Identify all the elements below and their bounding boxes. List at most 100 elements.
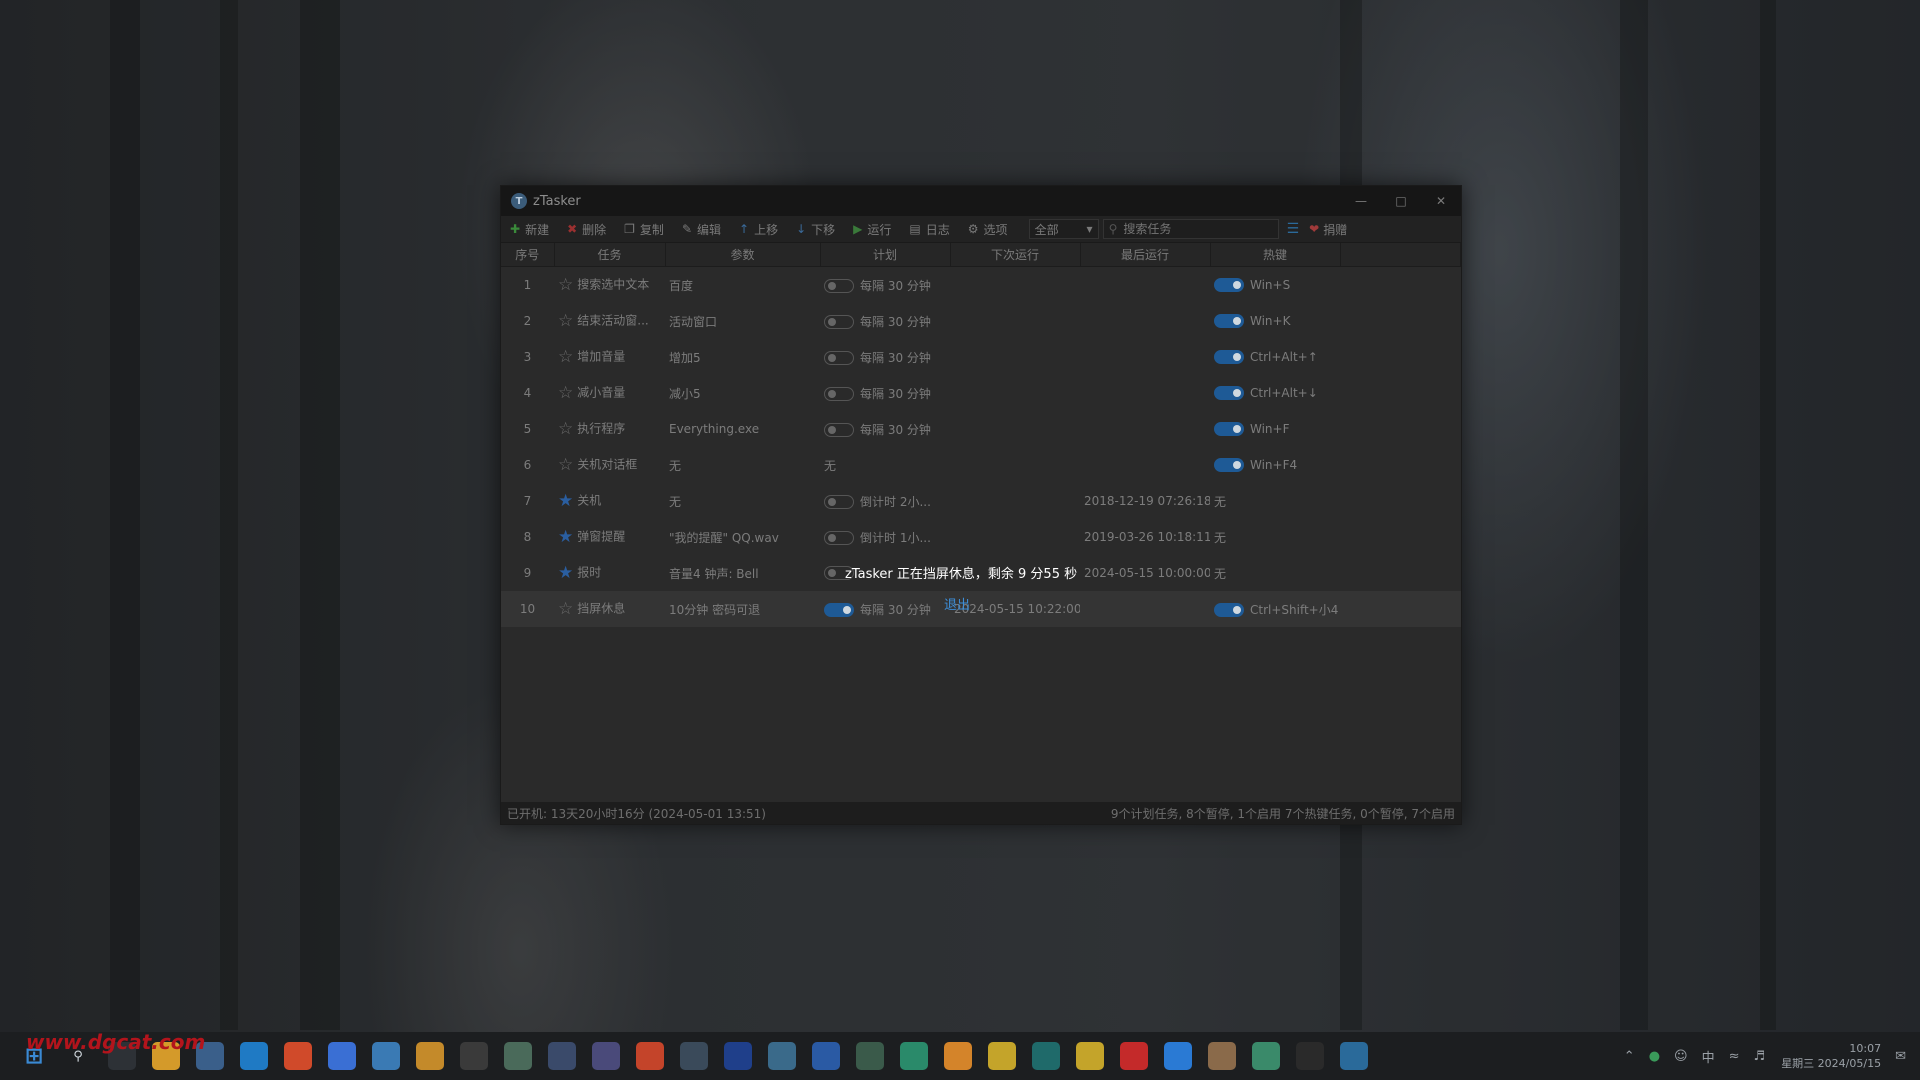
move-down-button[interactable]: ↓ 下移 (787, 216, 844, 242)
schedule-toggle[interactable] (824, 531, 854, 545)
code-icon[interactable] (548, 1042, 576, 1070)
task-filter-select[interactable]: 全部 ▾ (1028, 219, 1099, 239)
search-tool-icon[interactable] (416, 1042, 444, 1070)
table-row[interactable]: 4 ☆ 减小音量 减小5 每隔 30 分钟 Ctrl+Alt+↓ (501, 375, 1461, 411)
schedule-toggle[interactable] (824, 351, 854, 365)
task-hotkey: Win+F (1250, 421, 1290, 436)
star-icon[interactable]: ☆ (558, 275, 573, 295)
col-params[interactable]: 参数 (665, 243, 821, 267)
folder-app-icon[interactable] (944, 1042, 972, 1070)
hotkey-toggle[interactable] (1214, 386, 1244, 401)
close-button[interactable]: ✕ (1421, 186, 1461, 216)
star-icon[interactable]: ☆ (558, 599, 573, 619)
monitor-icon[interactable] (1252, 1042, 1280, 1070)
col-schedule[interactable]: 计划 (820, 243, 951, 267)
move-down-label: 下移 (811, 222, 836, 237)
task-name-cell: ☆ 搜索选中文本 (554, 267, 665, 304)
hotkey-toggle[interactable] (1214, 350, 1244, 365)
calendar-icon[interactable] (812, 1042, 840, 1070)
delete-task-button[interactable]: ✖ 删除 (558, 216, 615, 242)
hotkey-toggle[interactable] (1214, 278, 1244, 293)
music-icon[interactable] (328, 1042, 356, 1070)
log-button[interactable]: ▤ 日志 (900, 216, 958, 242)
star-icon[interactable]: ★ (558, 491, 573, 511)
photoshop-icon[interactable] (724, 1042, 752, 1070)
copy-task-button[interactable]: ❐ 复制 (615, 216, 673, 242)
maximize-button[interactable]: □ (1381, 186, 1421, 216)
run-task-button[interactable]: ▶ 运行 (844, 216, 900, 242)
col-index[interactable]: 序号 (501, 243, 555, 267)
check-app-icon[interactable] (1164, 1042, 1192, 1070)
chrome-icon[interactable] (284, 1042, 312, 1070)
star-icon[interactable]: ★ (558, 563, 573, 583)
schedule-toggle[interactable] (824, 495, 854, 509)
donate-button[interactable]: ❤ 捐赠 (1309, 221, 1347, 238)
col-hotkey[interactable]: 热键 (1210, 243, 1341, 267)
tray-app-icon[interactable]: ● (1649, 1049, 1660, 1064)
qq-icon[interactable] (1296, 1042, 1324, 1070)
star-icon[interactable]: ☆ (558, 347, 573, 367)
table-row[interactable]: 1 ☆ 搜索选中文本 百度 每隔 30 分钟 Win+S (501, 267, 1461, 304)
volume-icon[interactable]: ♬ (1754, 1049, 1766, 1064)
col-last-run[interactable]: 最后运行 (1080, 243, 1211, 267)
task-name-cell: ☆ 执行程序 (554, 411, 665, 447)
wifi-icon[interactable]: ≈ (1729, 1049, 1740, 1064)
wps-icon[interactable] (1120, 1042, 1148, 1070)
chart-icon[interactable] (768, 1042, 796, 1070)
hotkey-toggle[interactable] (1214, 458, 1244, 473)
tool-icon[interactable] (1076, 1042, 1104, 1070)
table-row[interactable]: 10 ☆ 挡屏休息 10分钟 密码可退 每隔 30 分钟 2024-05-15 10:22… (501, 591, 1461, 627)
star-icon[interactable]: ★ (558, 527, 573, 547)
chat-icon[interactable] (988, 1042, 1016, 1070)
table-row[interactable]: 2 ☆ 结束活动窗... 活动窗口 每隔 30 分钟 Win+K (501, 303, 1461, 339)
options-button[interactable]: ⚙ 选项 (959, 216, 1017, 242)
clock[interactable]: 10:07 星期三 2024/05/15 (1781, 1041, 1881, 1071)
obs-icon[interactable] (592, 1042, 620, 1070)
col-next-run[interactable]: 下次运行 (950, 243, 1081, 267)
table-row[interactable]: 5 ☆ 执行程序 Everything.exe 每隔 30 分钟 Win+F (501, 411, 1461, 447)
search-input[interactable] (1121, 221, 1266, 237)
table-row[interactable]: 3 ☆ 增加音量 增加5 每隔 30 分钟 Ctrl+Alt+↑ (501, 339, 1461, 375)
schedule-toggle[interactable] (824, 279, 854, 293)
powerpoint-icon[interactable] (636, 1042, 664, 1070)
ime-indicator[interactable]: 中 (1702, 1047, 1715, 1066)
cloud-icon[interactable] (900, 1042, 928, 1070)
settings-app-icon[interactable] (1208, 1042, 1236, 1070)
move-up-button[interactable]: ↑ 上移 (730, 216, 787, 242)
star-icon[interactable]: ☆ (558, 419, 573, 439)
hotkey-toggle[interactable] (1214, 314, 1244, 329)
ztasker-icon[interactable] (1340, 1042, 1368, 1070)
chevron-up-icon[interactable]: ⌃ (1624, 1049, 1635, 1064)
vmware-icon[interactable] (372, 1042, 400, 1070)
schedule-toggle[interactable] (824, 315, 854, 329)
task-hotkey: Ctrl+Alt+↑ (1250, 349, 1318, 364)
task-index: 4 (523, 386, 532, 400)
exit-rest-link[interactable]: 退出 (944, 594, 970, 613)
schedule-toggle[interactable] (824, 603, 854, 617)
star-icon[interactable]: ☆ (558, 311, 573, 331)
table-row[interactable]: 8 ★ 弹窗提醒 "我的提醒" QQ.wav 倒计时 1小... 2019-03-26 1… (501, 519, 1461, 555)
hotkey-toggle[interactable] (1214, 422, 1244, 437)
network-icon[interactable] (856, 1042, 884, 1070)
star-icon[interactable]: ☆ (558, 383, 573, 403)
edit-task-button[interactable]: ✎ 编辑 (673, 216, 730, 242)
remote-desktop-icon[interactable] (680, 1042, 708, 1070)
edge-icon[interactable] (240, 1042, 268, 1070)
qq-tray-icon[interactable]: ☺ (1674, 1049, 1688, 1064)
new-task-button[interactable]: ✚ 新建 (501, 216, 558, 242)
image-viewer-icon[interactable] (504, 1042, 532, 1070)
star-icon[interactable]: ☆ (558, 455, 573, 475)
notification-icon[interactable]: ✉ (1895, 1049, 1906, 1064)
col-task[interactable]: 任务 (554, 243, 666, 267)
hotkey-toggle[interactable] (1214, 603, 1244, 617)
schedule-toggle[interactable] (824, 387, 854, 401)
table-row[interactable]: 6 ☆ 关机对话框 无 无 Win+F4 (501, 447, 1461, 483)
bilibili-icon[interactable] (460, 1042, 488, 1070)
list-view-icon[interactable]: ☰ (1287, 221, 1300, 237)
table-row[interactable]: 7 ★ 关机 无 倒计时 2小... 2018-12-19 07:26:18 无 (501, 483, 1461, 519)
task-hotkey: Ctrl+Shift+小4 (1250, 602, 1339, 617)
task-next-run (950, 519, 1080, 555)
x-app-icon[interactable] (1032, 1042, 1060, 1070)
schedule-toggle[interactable] (824, 423, 854, 437)
minimize-button[interactable]: — (1341, 186, 1381, 216)
